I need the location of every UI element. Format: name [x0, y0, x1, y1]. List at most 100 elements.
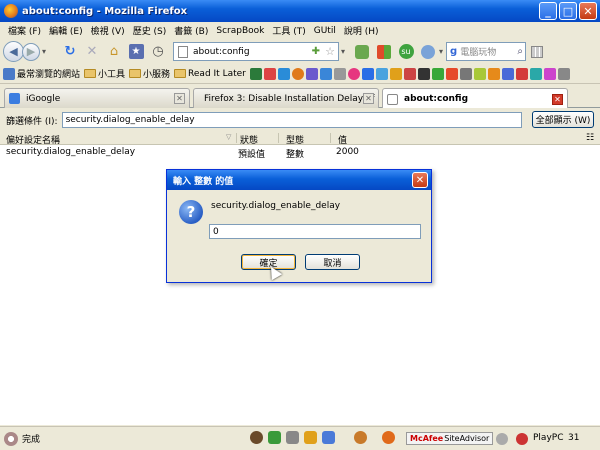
firefox-status-icon[interactable]	[382, 431, 395, 444]
url-text[interactable]: about:config	[193, 47, 250, 57]
menu-view[interactable]: 檢視 (V)	[87, 24, 129, 37]
folder-icon	[174, 69, 187, 78]
mcafee-siteadvisor-badge[interactable]: McAfee SiteAdvisor	[406, 432, 494, 445]
column-divider[interactable]	[278, 133, 279, 143]
column-divider[interactable]	[330, 133, 331, 143]
mcafee-brand: McAfee	[410, 434, 444, 443]
bookmark-favicon-icon[interactable]	[543, 67, 556, 80]
bookmark-favicon-icon[interactable]	[263, 67, 276, 80]
history-clock-icon[interactable]: ◷	[147, 41, 169, 63]
bookmark-star-icon[interactable]: ★	[125, 41, 147, 63]
integer-value-input[interactable]	[209, 224, 421, 239]
bookmark-favicon-icon[interactable]	[417, 67, 430, 80]
column-header-type[interactable]: 型態	[286, 133, 304, 146]
dialog-close-button[interactable]: ✕	[412, 172, 428, 188]
bookmark-favicon-icon[interactable]	[249, 67, 262, 80]
addon-dropdown-icon[interactable]: ▾	[439, 47, 443, 56]
filter-input[interactable]	[61, 112, 522, 128]
menu-file[interactable]: 檔案 (F)	[4, 24, 45, 37]
bookmark-favicon-icon[interactable]	[403, 67, 416, 80]
bookmark-favicon-icon[interactable]	[361, 67, 374, 80]
home-icon[interactable]: ⌂	[103, 41, 125, 63]
url-dropdown-icon[interactable]: ▾	[341, 47, 345, 56]
window-controls: _ □ ✕	[539, 2, 597, 20]
stumbleupon-icon[interactable]: su	[395, 41, 417, 63]
status-text: 完成	[22, 435, 41, 445]
star-bookmark-icon[interactable]: ☆	[325, 45, 335, 58]
search-magnifier-icon[interactable]: ⌕	[517, 46, 523, 57]
evernote-icon[interactable]	[351, 41, 373, 63]
addon-status-icon[interactable]	[322, 431, 335, 444]
addon-status-icon[interactable]	[268, 431, 281, 444]
bookmark-favicon-icon[interactable]	[291, 67, 304, 80]
column-divider[interactable]	[236, 133, 237, 143]
addon-status-icon[interactable]	[354, 431, 367, 444]
bookmark-favicon-icon[interactable]	[305, 67, 318, 80]
column-header-value[interactable]: 值	[338, 133, 347, 146]
bookmark-favicon-icon[interactable]	[319, 67, 332, 80]
menu-tools[interactable]: 工具 (T)	[268, 24, 309, 37]
bookmark-favicon-icon[interactable]	[459, 67, 472, 80]
menu-scrapbook[interactable]: ScrapBook	[212, 26, 268, 36]
forward-button[interactable]: ▶	[22, 42, 40, 61]
menu-gutil[interactable]: GUtil	[310, 26, 340, 36]
pref-name: security.dialog_enable_delay	[6, 147, 136, 157]
table-row[interactable]: security.dialog_enable_delay 預設值 整數 2000	[0, 146, 600, 160]
bookmark-most-visited[interactable]: 最常瀏覽的網站	[3, 67, 80, 80]
menu-edit[interactable]: 編輯 (E)	[45, 24, 87, 37]
bookmark-favicon-icon[interactable]	[347, 67, 360, 80]
bookmark-favicon-icon[interactable]	[389, 67, 402, 80]
minimize-button[interactable]: _	[539, 2, 557, 20]
menu-help[interactable]: 說明 (H)	[340, 24, 383, 37]
column-header-status[interactable]: 狀態	[240, 133, 258, 146]
tab-firefox-article[interactable]: Firefox 3: Disable Installation Delay of…	[193, 88, 379, 108]
bookmark-folder-read-it-later[interactable]: Read It Later	[174, 69, 246, 79]
bookmark-favicon-icon[interactable]	[431, 67, 444, 80]
back-button[interactable]: ◀	[3, 41, 24, 62]
addon-gear-icon[interactable]	[417, 41, 439, 63]
tab-close-icon[interactable]: ✕	[363, 93, 374, 104]
tab-bar: iGoogle ✕ Firefox 3: Disable Installatio…	[0, 86, 600, 109]
addon-puzzle-icon[interactable]: ✚	[312, 46, 320, 57]
addon-status-icon[interactable]	[250, 431, 263, 444]
addon-status-icon[interactable]	[304, 431, 317, 444]
column-picker-icon[interactable]: ☷	[586, 133, 594, 143]
maximize-button[interactable]: □	[559, 2, 577, 20]
bookmark-favicon-icon[interactable]	[333, 67, 346, 80]
cancel-button[interactable]: 取消	[305, 254, 360, 270]
bookmark-favicon-icon[interactable]	[277, 67, 290, 80]
windows-icon[interactable]	[373, 41, 395, 63]
menu-history[interactable]: 歷史 (S)	[129, 24, 171, 37]
show-all-button[interactable]: 全部顯示 (W)	[532, 111, 594, 128]
bookmark-favicon-icon[interactable]	[529, 67, 542, 80]
close-button[interactable]: ✕	[579, 2, 597, 20]
tab-about-config[interactable]: about:config ✕	[382, 88, 568, 109]
bookmark-favicon-icon[interactable]	[375, 67, 388, 80]
menu-bookmarks[interactable]: 書籤 (B)	[170, 24, 212, 37]
tab-igoogle[interactable]: iGoogle ✕	[4, 88, 190, 108]
bookmark-favicon-icon[interactable]	[557, 67, 570, 80]
playpc-logo-icon	[516, 433, 528, 445]
folder-icon	[129, 69, 142, 78]
stop-icon[interactable]: ✕	[81, 41, 103, 63]
history-dropdown-icon[interactable]: ▾	[42, 47, 46, 56]
bookmark-favicon-icon[interactable]	[515, 67, 528, 80]
addon-status-icon[interactable]	[496, 433, 508, 445]
bookmark-favicon-icon[interactable]	[473, 67, 486, 80]
playpc-label[interactable]: PlayPC	[533, 433, 563, 443]
bookmark-favicon-icon[interactable]	[487, 67, 500, 80]
window-titlebar[interactable]: about:config - Mozilla Firefox _ □ ✕	[0, 0, 600, 22]
addon-status-icon[interactable]	[286, 431, 299, 444]
reload-icon[interactable]: ↻	[59, 41, 81, 63]
tab-close-icon[interactable]: ✕	[552, 93, 563, 105]
bookmark-folder-services[interactable]: 小服務	[129, 67, 170, 80]
column-header-name[interactable]: 偏好設定名稱	[6, 133, 60, 146]
tab-close-icon[interactable]: ✕	[174, 93, 185, 104]
bookmark-favicon-icon[interactable]	[501, 67, 514, 80]
grid-icon[interactable]	[526, 41, 548, 63]
url-bar[interactable]: about:config ✚ ☆	[173, 42, 339, 61]
dialog-title[interactable]: 輸入 整數 的值	[167, 170, 431, 190]
bookmark-favicon-icon[interactable]	[445, 67, 458, 80]
bookmark-folder-tools[interactable]: 小工具	[84, 67, 125, 80]
search-box[interactable]: g 電腦玩物 ⌕	[446, 42, 527, 61]
